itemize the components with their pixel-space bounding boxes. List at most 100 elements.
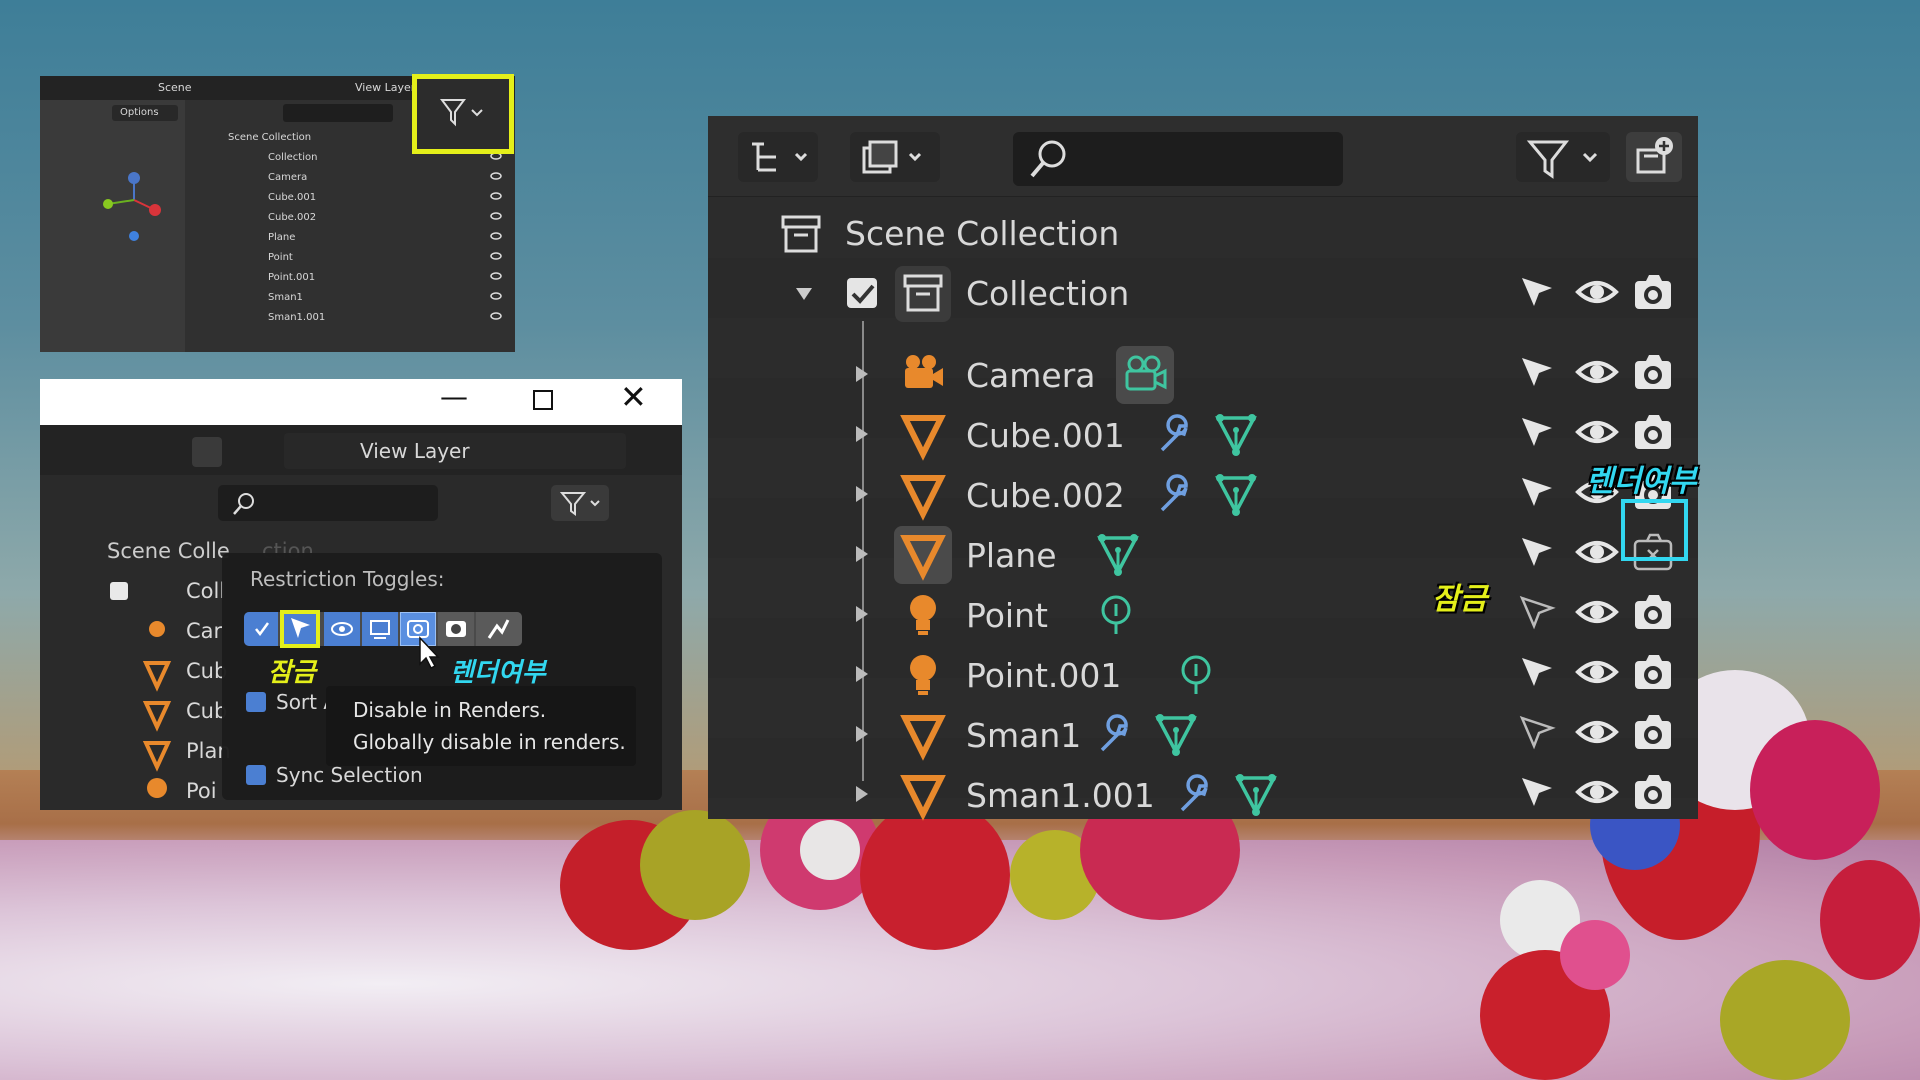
- popup-tree-item[interactable]: Coll: [186, 579, 225, 603]
- collapse-arrow-icon[interactable]: [794, 284, 814, 304]
- sync-checkbox[interactable]: [246, 765, 266, 785]
- navigation-gizmo-icon[interactable]: [100, 166, 180, 256]
- camera-render-icon[interactable]: [1632, 712, 1676, 752]
- collection-label[interactable]: Collection: [966, 274, 1129, 313]
- camera-render-icon[interactable]: [1632, 772, 1676, 812]
- expand-arrow-icon[interactable]: [852, 484, 872, 504]
- thumb-tree-item[interactable]: Plane: [268, 232, 295, 243]
- mesh-data-icon[interactable]: [1234, 772, 1278, 816]
- lock-annotation-left: 잠금: [268, 658, 316, 688]
- render-disabled-highlight: [1621, 499, 1688, 561]
- collection-checkbox[interactable]: [110, 582, 128, 600]
- camera-data-icon: [1125, 355, 1167, 391]
- thumb-options-label: Options: [120, 107, 159, 118]
- object-name-label[interactable]: Plane: [966, 536, 1057, 575]
- thumb-view-layer-label[interactable]: View Layer: [355, 81, 415, 94]
- camera-render-icon[interactable]: [1632, 352, 1676, 392]
- object-name-label[interactable]: Cube.001: [966, 416, 1125, 455]
- eye-icon[interactable]: [1575, 654, 1620, 694]
- thumb-tree-item[interactable]: Cube.002: [268, 212, 316, 223]
- scene-collection-icon: [781, 215, 821, 253]
- eye-icon[interactable]: [1575, 774, 1620, 814]
- light-icon: [910, 595, 936, 635]
- eye-icon[interactable]: [1575, 354, 1620, 394]
- wrench-icon[interactable]: [1176, 774, 1216, 816]
- wrench-icon[interactable]: [1156, 414, 1196, 456]
- restore-icon[interactable]: [533, 390, 553, 410]
- popup-titlebar: [40, 379, 682, 425]
- expand-arrow-icon[interactable]: [852, 664, 872, 684]
- mesh-data-icon[interactable]: [1214, 412, 1258, 456]
- expand-arrow-icon[interactable]: [852, 784, 872, 804]
- minimize-icon[interactable]: —: [440, 380, 468, 413]
- eye-icon[interactable]: [1575, 414, 1620, 454]
- object-name-label[interactable]: Camera: [966, 356, 1096, 395]
- eye-icon[interactable]: [1575, 534, 1620, 574]
- camera-render-icon[interactable]: [1632, 272, 1676, 312]
- mesh-data-icon[interactable]: [1154, 712, 1198, 756]
- search-icon: [233, 493, 254, 515]
- thumb-tree-item[interactable]: Sman1.001: [268, 312, 325, 323]
- select-toggle-icon[interactable]: [1518, 654, 1558, 694]
- checkmark-icon: [851, 284, 875, 304]
- light-data-icon[interactable]: [1176, 654, 1216, 696]
- main-outliner: Scene Collection Collection Camera Cube.0…: [708, 116, 1698, 821]
- select-toggle-icon[interactable]: [1518, 354, 1558, 394]
- tooltip-title: Disable in Renders.: [353, 698, 547, 722]
- thumb-tree-item[interactable]: Point: [268, 252, 293, 263]
- sort-checkbox[interactable]: [246, 692, 266, 712]
- thumb-tree-item[interactable]: Camera: [268, 172, 307, 183]
- select-toggle-icon[interactable]: [1518, 714, 1558, 754]
- expand-arrow-icon[interactable]: [852, 364, 872, 384]
- select-toggle-icon[interactable]: [1518, 414, 1558, 454]
- select-toggle-icon[interactable]: [1518, 534, 1558, 574]
- eye-icon[interactable]: [1575, 594, 1620, 634]
- thumb-tree-item[interactable]: Scene Collection: [228, 132, 311, 143]
- eye-icon[interactable]: [1575, 714, 1620, 754]
- object-name-label[interactable]: Cube.002: [966, 476, 1125, 515]
- expand-arrow-icon[interactable]: [852, 724, 872, 744]
- camera-icon: [905, 355, 943, 388]
- wrench-icon[interactable]: [1156, 474, 1196, 516]
- camera-render-icon[interactable]: [1632, 652, 1676, 692]
- light-icon: [910, 655, 936, 695]
- eye-icon[interactable]: [1575, 274, 1620, 314]
- select-toggle-icon[interactable]: [1518, 594, 1558, 634]
- expand-arrow-icon[interactable]: [852, 424, 872, 444]
- popup-tree-item[interactable]: Car: [186, 619, 222, 643]
- thumb-tree-item[interactable]: Collection: [268, 152, 317, 163]
- expand-arrow-icon[interactable]: [852, 604, 872, 624]
- camera-render-icon[interactable]: [1632, 412, 1676, 452]
- popup-object-icons: [142, 621, 172, 798]
- popup-tree-item[interactable]: Poi: [186, 779, 217, 803]
- toggle-icons: [255, 619, 510, 639]
- select-toggle-icon[interactable]: [1518, 274, 1558, 314]
- object-name-label[interactable]: Point: [966, 596, 1048, 635]
- object-name-label[interactable]: Sman1: [966, 716, 1081, 755]
- light-data-icon[interactable]: [1096, 594, 1136, 636]
- camera-render-icon[interactable]: [1632, 592, 1676, 632]
- thumb-tree-item[interactable]: Point.001: [268, 272, 315, 283]
- thumb-search-input[interactable]: [283, 104, 393, 122]
- popup-scene-collection[interactable]: Scene Colle: [107, 539, 230, 563]
- close-icon[interactable]: ✕: [620, 378, 647, 416]
- restriction-toggles-title: Restriction Toggles:: [250, 567, 445, 591]
- thumb-scene-label[interactable]: Scene: [158, 81, 192, 94]
- mesh-data-icon[interactable]: [1096, 532, 1140, 576]
- new-scene-icon[interactable]: [192, 437, 222, 467]
- mesh-data-icon[interactable]: [1214, 472, 1258, 516]
- render-annotation-main: 렌더여부: [1586, 464, 1697, 499]
- object-name-label[interactable]: Sman1.001: [966, 776, 1155, 815]
- new-collection-icon: [1636, 137, 1673, 174]
- render-annotation-left: 렌더여부: [450, 658, 546, 688]
- select-toggle-icon[interactable]: [1518, 774, 1558, 814]
- filter-icon: [440, 99, 483, 127]
- select-toggle-icon[interactable]: [1518, 474, 1558, 514]
- filter-icon: [1526, 140, 1598, 179]
- object-name-label[interactable]: Point.001: [966, 656, 1121, 695]
- scene-collection-label[interactable]: Scene Collection: [845, 214, 1119, 253]
- wrench-icon[interactable]: [1096, 714, 1136, 756]
- thumb-tree-item[interactable]: Cube.001: [268, 192, 316, 203]
- expand-arrow-icon[interactable]: [852, 544, 872, 564]
- thumb-tree-item[interactable]: Sman1: [268, 292, 303, 303]
